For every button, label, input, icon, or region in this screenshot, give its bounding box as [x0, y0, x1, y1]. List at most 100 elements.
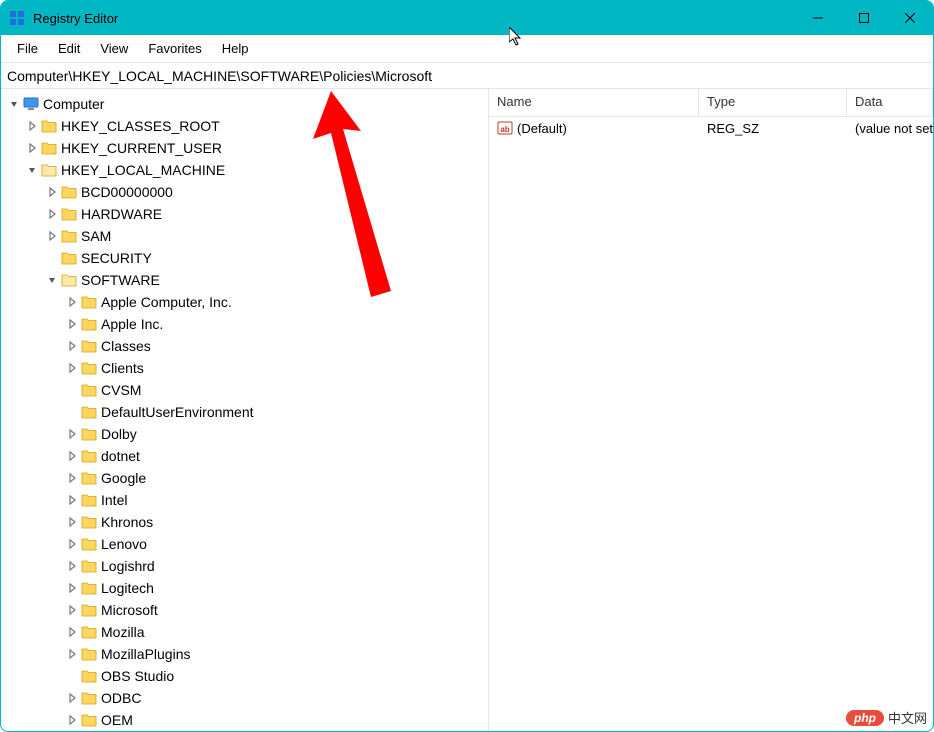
col-header-data[interactable]: Data	[847, 89, 933, 116]
watermark-badge: php	[846, 710, 884, 726]
close-button[interactable]	[887, 1, 933, 35]
tree-node-odbc[interactable]: ODBC	[5, 687, 488, 709]
expander-icon[interactable]	[65, 625, 79, 639]
svg-text:ab: ab	[500, 125, 509, 134]
folder-icon	[61, 228, 77, 244]
tree-node-khronos[interactable]: Khronos	[5, 511, 488, 533]
expander-icon[interactable]	[25, 163, 39, 177]
tree-node-dotnet[interactable]: dotnet	[5, 445, 488, 467]
tree-node-clients[interactable]: Clients	[5, 357, 488, 379]
folder-icon	[81, 668, 97, 684]
folder-icon	[61, 184, 77, 200]
expander-icon[interactable]	[45, 207, 59, 221]
expander-icon[interactable]	[45, 229, 59, 243]
expander-icon[interactable]	[65, 515, 79, 529]
expander-icon[interactable]	[65, 713, 79, 727]
tree-node-apple-inc-[interactable]: Apple Inc.	[5, 313, 488, 335]
expander-icon[interactable]	[65, 559, 79, 573]
tree-node-label: HKEY_LOCAL_MACHINE	[61, 162, 225, 178]
tree-node-logitech[interactable]: Logitech	[5, 577, 488, 599]
expander-icon[interactable]	[65, 427, 79, 441]
registry-editor-window: Registry Editor File Edit View Favorites…	[0, 0, 934, 732]
expander-icon[interactable]	[65, 493, 79, 507]
tree-node-apple-computer-inc-[interactable]: Apple Computer, Inc.	[5, 291, 488, 313]
expander-icon[interactable]	[65, 295, 79, 309]
expander-icon[interactable]	[65, 449, 79, 463]
folder-icon	[81, 624, 97, 640]
expander-icon[interactable]	[65, 603, 79, 617]
regedit-icon	[9, 10, 25, 26]
tree-node-sam[interactable]: SAM	[5, 225, 488, 247]
tree-node-mozilla[interactable]: Mozilla	[5, 621, 488, 643]
folder-icon	[41, 162, 57, 178]
tree-node-label: HARDWARE	[81, 206, 162, 222]
tree-node-lenovo[interactable]: Lenovo	[5, 533, 488, 555]
tree-node-security[interactable]: SECURITY	[5, 247, 488, 269]
expander-icon[interactable]	[65, 471, 79, 485]
menu-edit[interactable]: Edit	[48, 37, 90, 60]
menu-view[interactable]: View	[90, 37, 138, 60]
computer-icon	[23, 96, 39, 112]
minimize-button[interactable]	[795, 1, 841, 35]
tree-node-oem[interactable]: OEM	[5, 709, 488, 731]
tree-node-label: DefaultUserEnvironment	[101, 404, 254, 420]
expander-icon[interactable]	[65, 537, 79, 551]
tree-node-label: Logitech	[101, 580, 154, 596]
tree-pane[interactable]: Computer HKEY_CLASSES_ROOT HKEY_CURRENT_…	[1, 89, 489, 731]
col-header-type[interactable]: Type	[699, 89, 847, 116]
expander-icon[interactable]	[65, 317, 79, 331]
menu-help[interactable]: Help	[212, 37, 259, 60]
col-header-name[interactable]: Name	[489, 89, 699, 116]
folder-icon	[81, 382, 97, 398]
tree-node-microsoft[interactable]: Microsoft	[5, 599, 488, 621]
expander-icon[interactable]	[65, 647, 79, 661]
title-bar[interactable]: Registry Editor	[1, 1, 933, 35]
tree-node-label: Microsoft	[101, 602, 158, 618]
menu-file[interactable]: File	[7, 37, 48, 60]
tree-node-intel[interactable]: Intel	[5, 489, 488, 511]
tree-node-hklm[interactable]: HKEY_LOCAL_MACHINE	[5, 159, 488, 181]
tree-node-logishrd[interactable]: Logishrd	[5, 555, 488, 577]
tree-node-label: MozillaPlugins	[101, 646, 190, 662]
value-name: (Default)	[517, 121, 567, 136]
tree-node-hardware[interactable]: HARDWARE	[5, 203, 488, 225]
expander-icon[interactable]	[65, 691, 79, 705]
expander-icon[interactable]	[65, 339, 79, 353]
tree-node-computer[interactable]: Computer	[5, 93, 488, 115]
tree-node-hkcr[interactable]: HKEY_CLASSES_ROOT	[5, 115, 488, 137]
value-type: REG_SZ	[699, 119, 847, 138]
tree-node-cvsm[interactable]: CVSM	[5, 379, 488, 401]
expander-icon[interactable]	[45, 185, 59, 199]
tree-node-obs-studio[interactable]: OBS Studio	[5, 665, 488, 687]
expander-icon[interactable]	[25, 141, 39, 155]
value-row[interactable]: ab (Default) REG_SZ (value not set)	[489, 117, 933, 139]
tree-node-label: SOFTWARE	[81, 272, 160, 288]
tree-node-google[interactable]: Google	[5, 467, 488, 489]
folder-icon	[81, 492, 97, 508]
tree-node-bcd[interactable]: BCD00000000	[5, 181, 488, 203]
tree-node-defaultuserenvironment[interactable]: DefaultUserEnvironment	[5, 401, 488, 423]
tree-node-classes[interactable]: Classes	[5, 335, 488, 357]
tree-node-software[interactable]: SOFTWARE	[5, 269, 488, 291]
expander-icon[interactable]	[25, 119, 39, 133]
tree-node-dolby[interactable]: Dolby	[5, 423, 488, 445]
tree-node-mozillaplugins[interactable]: MozillaPlugins	[5, 643, 488, 665]
tree-node-label: Logishrd	[101, 558, 155, 574]
window-title: Registry Editor	[33, 11, 118, 26]
maximize-button[interactable]	[841, 1, 887, 35]
tree-node-hkcu[interactable]: HKEY_CURRENT_USER	[5, 137, 488, 159]
expander-icon[interactable]	[45, 273, 59, 287]
address-input[interactable]	[5, 66, 929, 86]
expander-icon[interactable]	[65, 361, 79, 375]
folder-icon	[81, 470, 97, 486]
tree-node-label: Google	[101, 470, 146, 486]
menu-favorites[interactable]: Favorites	[138, 37, 211, 60]
tree-node-label: SAM	[81, 228, 111, 244]
tree-node-label: BCD00000000	[81, 184, 173, 200]
values-body[interactable]: ab (Default) REG_SZ (value not set)	[489, 117, 933, 731]
folder-icon	[41, 118, 57, 134]
expander-icon[interactable]	[7, 97, 21, 111]
tree-node-label: Intel	[101, 492, 127, 508]
tree-node-label: Apple Inc.	[101, 316, 163, 332]
expander-icon[interactable]	[65, 581, 79, 595]
